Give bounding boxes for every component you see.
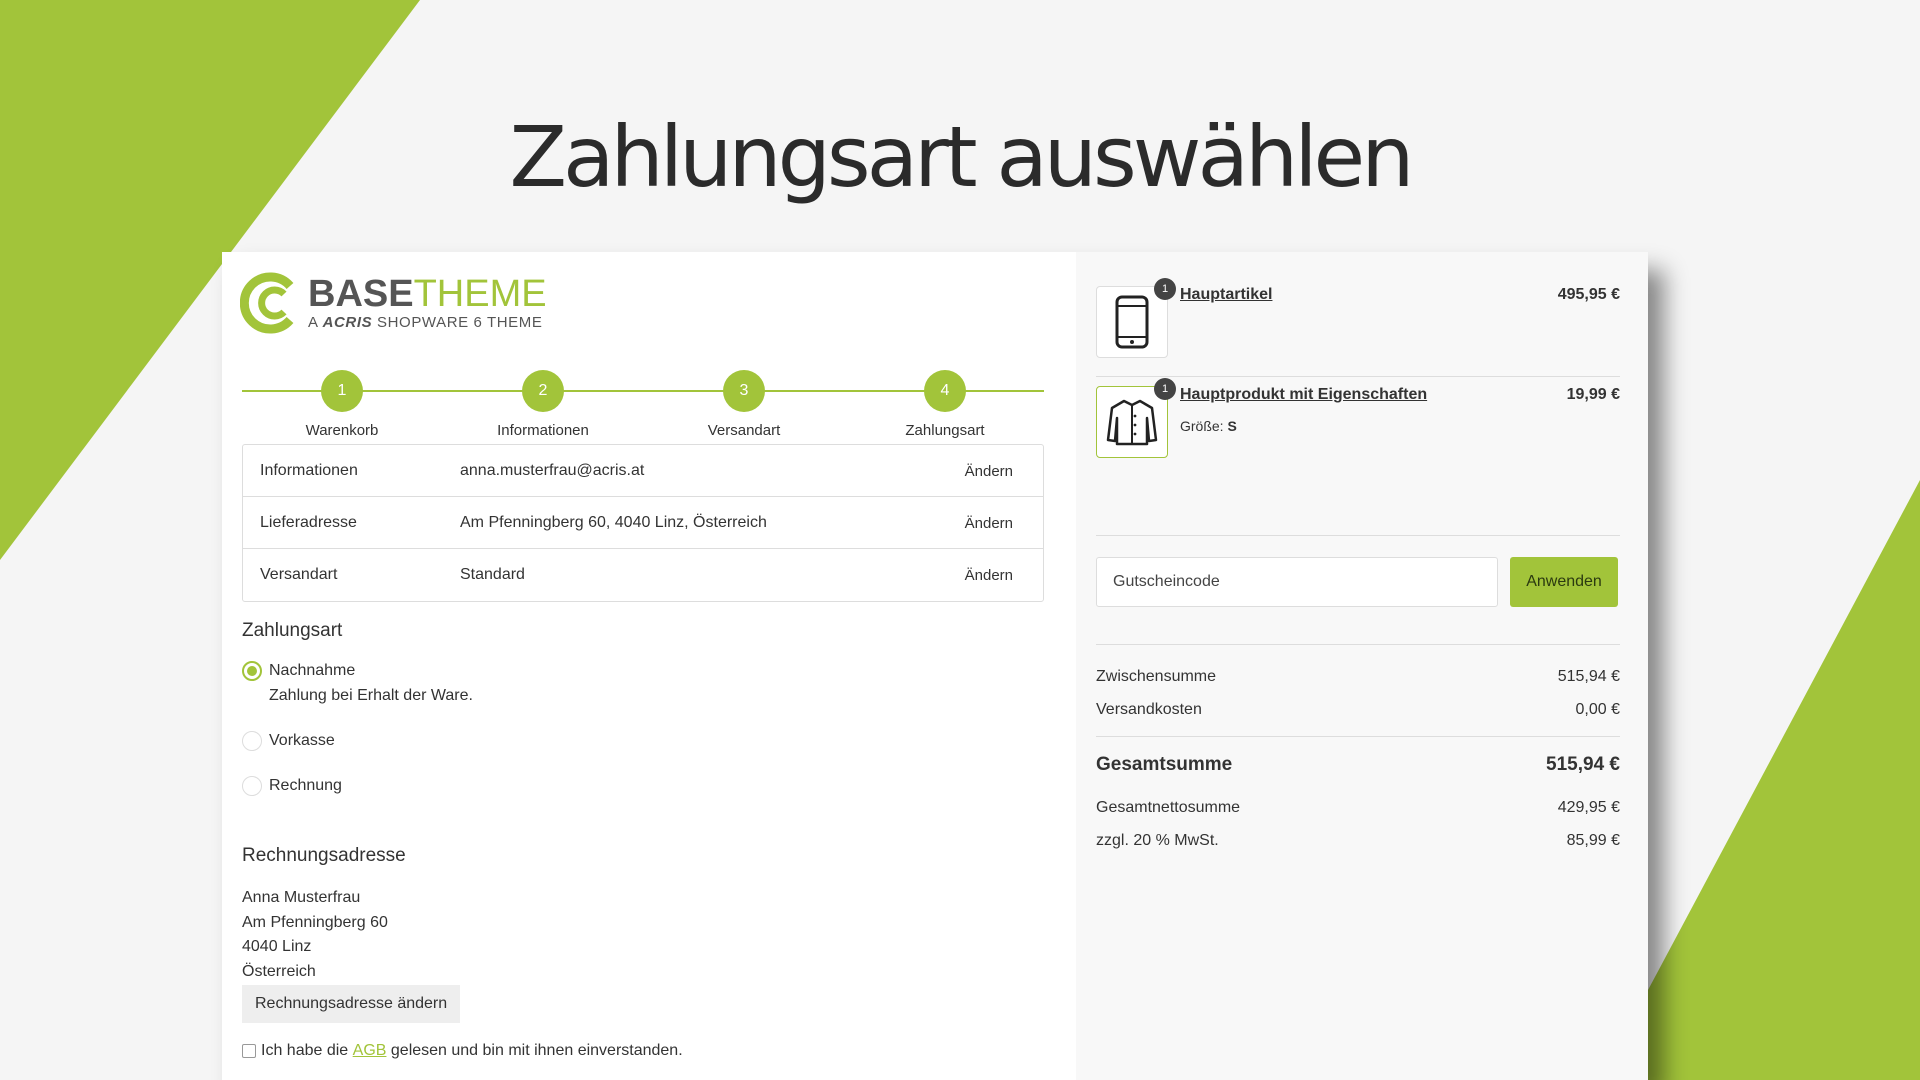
- shipping-cost-value: 0,00 €: [1575, 701, 1620, 718]
- step-label: Informationen: [497, 422, 589, 439]
- shipping-cost-label: Versandkosten: [1096, 701, 1202, 718]
- edit-shipping-link[interactable]: Ändern: [965, 567, 1013, 584]
- subtotal-row: Zwischensumme 515,94 €: [1096, 668, 1620, 686]
- step-versandart[interactable]: 3 Versandart: [674, 370, 814, 439]
- billing-country: Österreich: [242, 962, 316, 980]
- step-number: 3: [723, 370, 765, 412]
- tos-text-prefix: Ich habe die: [261, 1042, 349, 1059]
- jacket-icon: [1106, 399, 1158, 446]
- decor-triangle-right: [1600, 480, 1920, 1080]
- tax-label: zzgl. 20 % MwSt.: [1096, 832, 1219, 849]
- divider: [1096, 535, 1620, 536]
- subtotal-label: Zwischensumme: [1096, 668, 1217, 685]
- billing-name: Anna Musterfrau: [242, 889, 361, 906]
- payment-label: Nachnahme: [269, 662, 356, 679]
- net-total-label: Gesamtnettosumme: [1096, 799, 1241, 816]
- checkout-screenshot: BASETHEME A ACRIS SHOPWARE 6 THEME 1 War…: [222, 252, 1648, 1080]
- step-number: 4: [924, 370, 966, 412]
- product-name-link[interactable]: Hauptprodukt mit Eigenschaften: [1180, 386, 1427, 404]
- tos-text-suffix: gelesen und bin mit ihnen einverstanden.: [390, 1042, 683, 1059]
- tax-row: zzgl. 20 % MwSt. 85,99 €: [1096, 832, 1620, 850]
- summary-value: anna.musterfrau@acris.at: [460, 461, 645, 479]
- cart-summary-panel: 1 Hauptartikel 495,95 € 1 Hauptprodukt m…: [1076, 252, 1648, 1080]
- radio-selected[interactable]: [242, 661, 262, 681]
- apply-voucher-button[interactable]: Anwenden: [1510, 557, 1618, 607]
- summary-value: Am Pfenningberg 60, 4040 Linz, Österreic…: [460, 513, 767, 531]
- step-warenkorb[interactable]: 1 Warenkorb: [272, 370, 412, 439]
- tos-link[interactable]: AGB: [353, 1042, 387, 1060]
- tax-value: 85,99 €: [1566, 832, 1620, 849]
- net-total-value: 429,95 €: [1557, 799, 1620, 816]
- product-price: 495,95 €: [1557, 286, 1620, 303]
- logo-tagline: A ACRIS SHOPWARE 6 THEME: [308, 313, 543, 331]
- logo-icon: [239, 272, 298, 334]
- step-number: 1: [321, 370, 363, 412]
- divider: [1096, 644, 1620, 645]
- grand-total-row: Gesamtsumme 515,94 €: [1096, 754, 1620, 776]
- grand-total-label: Gesamtsumme: [1096, 754, 1233, 775]
- divider: [1096, 736, 1620, 737]
- tos-checkbox[interactable]: [242, 1044, 256, 1058]
- checkout-summary-box: Informationen anna.musterfrau@acris.at Ä…: [242, 444, 1044, 602]
- step-informationen[interactable]: 2 Informationen: [473, 370, 613, 439]
- cart-item: 1 Hauptprodukt mit Eigenschaften 19,99 €…: [1096, 378, 1620, 458]
- payment-label: Rechnung: [269, 777, 342, 794]
- slide-title: Zahlungsart auswählen: [509, 108, 1415, 206]
- payment-label: Vorkasse: [269, 732, 335, 749]
- summary-key: Informationen: [260, 461, 358, 479]
- summary-value: Standard: [460, 566, 525, 583]
- billing-street: Am Pfenningberg 60: [242, 913, 388, 931]
- payment-option-rechnung[interactable]: Rechnung: [242, 776, 342, 796]
- summary-row-shipping: Versandart Standard Ändern: [243, 549, 1043, 601]
- logo[interactable]: BASETHEME A ACRIS SHOPWARE 6 THEME: [239, 272, 547, 334]
- payment-option-nachnahme[interactable]: Nachnahme Zahlung bei Erhalt der Ware.: [242, 661, 473, 707]
- billing-heading: Rechnungsadresse: [242, 845, 406, 866]
- product-price: 19,99 €: [1566, 386, 1620, 403]
- logo-wordmark: BASETHEME: [308, 272, 547, 315]
- summary-key: Lieferadresse: [260, 513, 357, 531]
- step-number: 2: [522, 370, 564, 412]
- quantity-badge: 1: [1154, 278, 1176, 300]
- smartphone-icon: [1115, 295, 1149, 349]
- voucher-code-input[interactable]: [1096, 557, 1498, 607]
- payment-option-vorkasse[interactable]: Vorkasse: [242, 731, 335, 751]
- product-name-link[interactable]: Hauptartikel: [1180, 286, 1272, 304]
- payment-description: Zahlung bei Erhalt der Ware.: [269, 687, 473, 704]
- step-label: Warenkorb: [305, 422, 379, 439]
- edit-delivery-link[interactable]: Ändern: [965, 515, 1013, 532]
- net-total-row: Gesamtnettosumme 429,95 €: [1096, 799, 1620, 817]
- billing-address: Anna Musterfrau Am Pfenningberg 60 4040 …: [242, 886, 388, 984]
- checkout-steps: 1 Warenkorb 2 Informationen 3 Versandart…: [242, 370, 1044, 440]
- radio-unselected[interactable]: [242, 776, 262, 796]
- edit-info-link[interactable]: Ändern: [965, 463, 1013, 480]
- payment-heading: Zahlungsart: [242, 620, 343, 641]
- step-label: Versandart: [707, 422, 781, 439]
- grand-total-value: 515,94 €: [1546, 754, 1620, 775]
- product-property: Größe: S: [1180, 418, 1237, 434]
- summary-row-delivery: Lieferadresse Am Pfenningberg 60, 4040 L…: [243, 497, 1043, 549]
- radio-unselected[interactable]: [242, 731, 262, 751]
- subtotal-value: 515,94 €: [1557, 668, 1620, 685]
- change-billing-address-button[interactable]: Rechnungsadresse ändern: [242, 985, 461, 1023]
- step-zahlungsart[interactable]: 4 Zahlungsart: [875, 370, 1015, 439]
- billing-city: 4040 Linz: [242, 938, 312, 955]
- divider: [1096, 376, 1620, 377]
- summary-key: Versandart: [260, 566, 338, 583]
- shipping-cost-row: Versandkosten 0,00 €: [1096, 701, 1620, 719]
- quantity-badge: 1: [1154, 378, 1176, 400]
- summary-row-info: Informationen anna.musterfrau@acris.at Ä…: [243, 445, 1043, 497]
- step-label: Zahlungsart: [905, 422, 985, 439]
- tos-checkbox-row: Ich habe die AGB gelesen und bin mit ihn…: [242, 1042, 683, 1060]
- cart-item: 1 Hauptartikel 495,95 €: [1096, 278, 1620, 358]
